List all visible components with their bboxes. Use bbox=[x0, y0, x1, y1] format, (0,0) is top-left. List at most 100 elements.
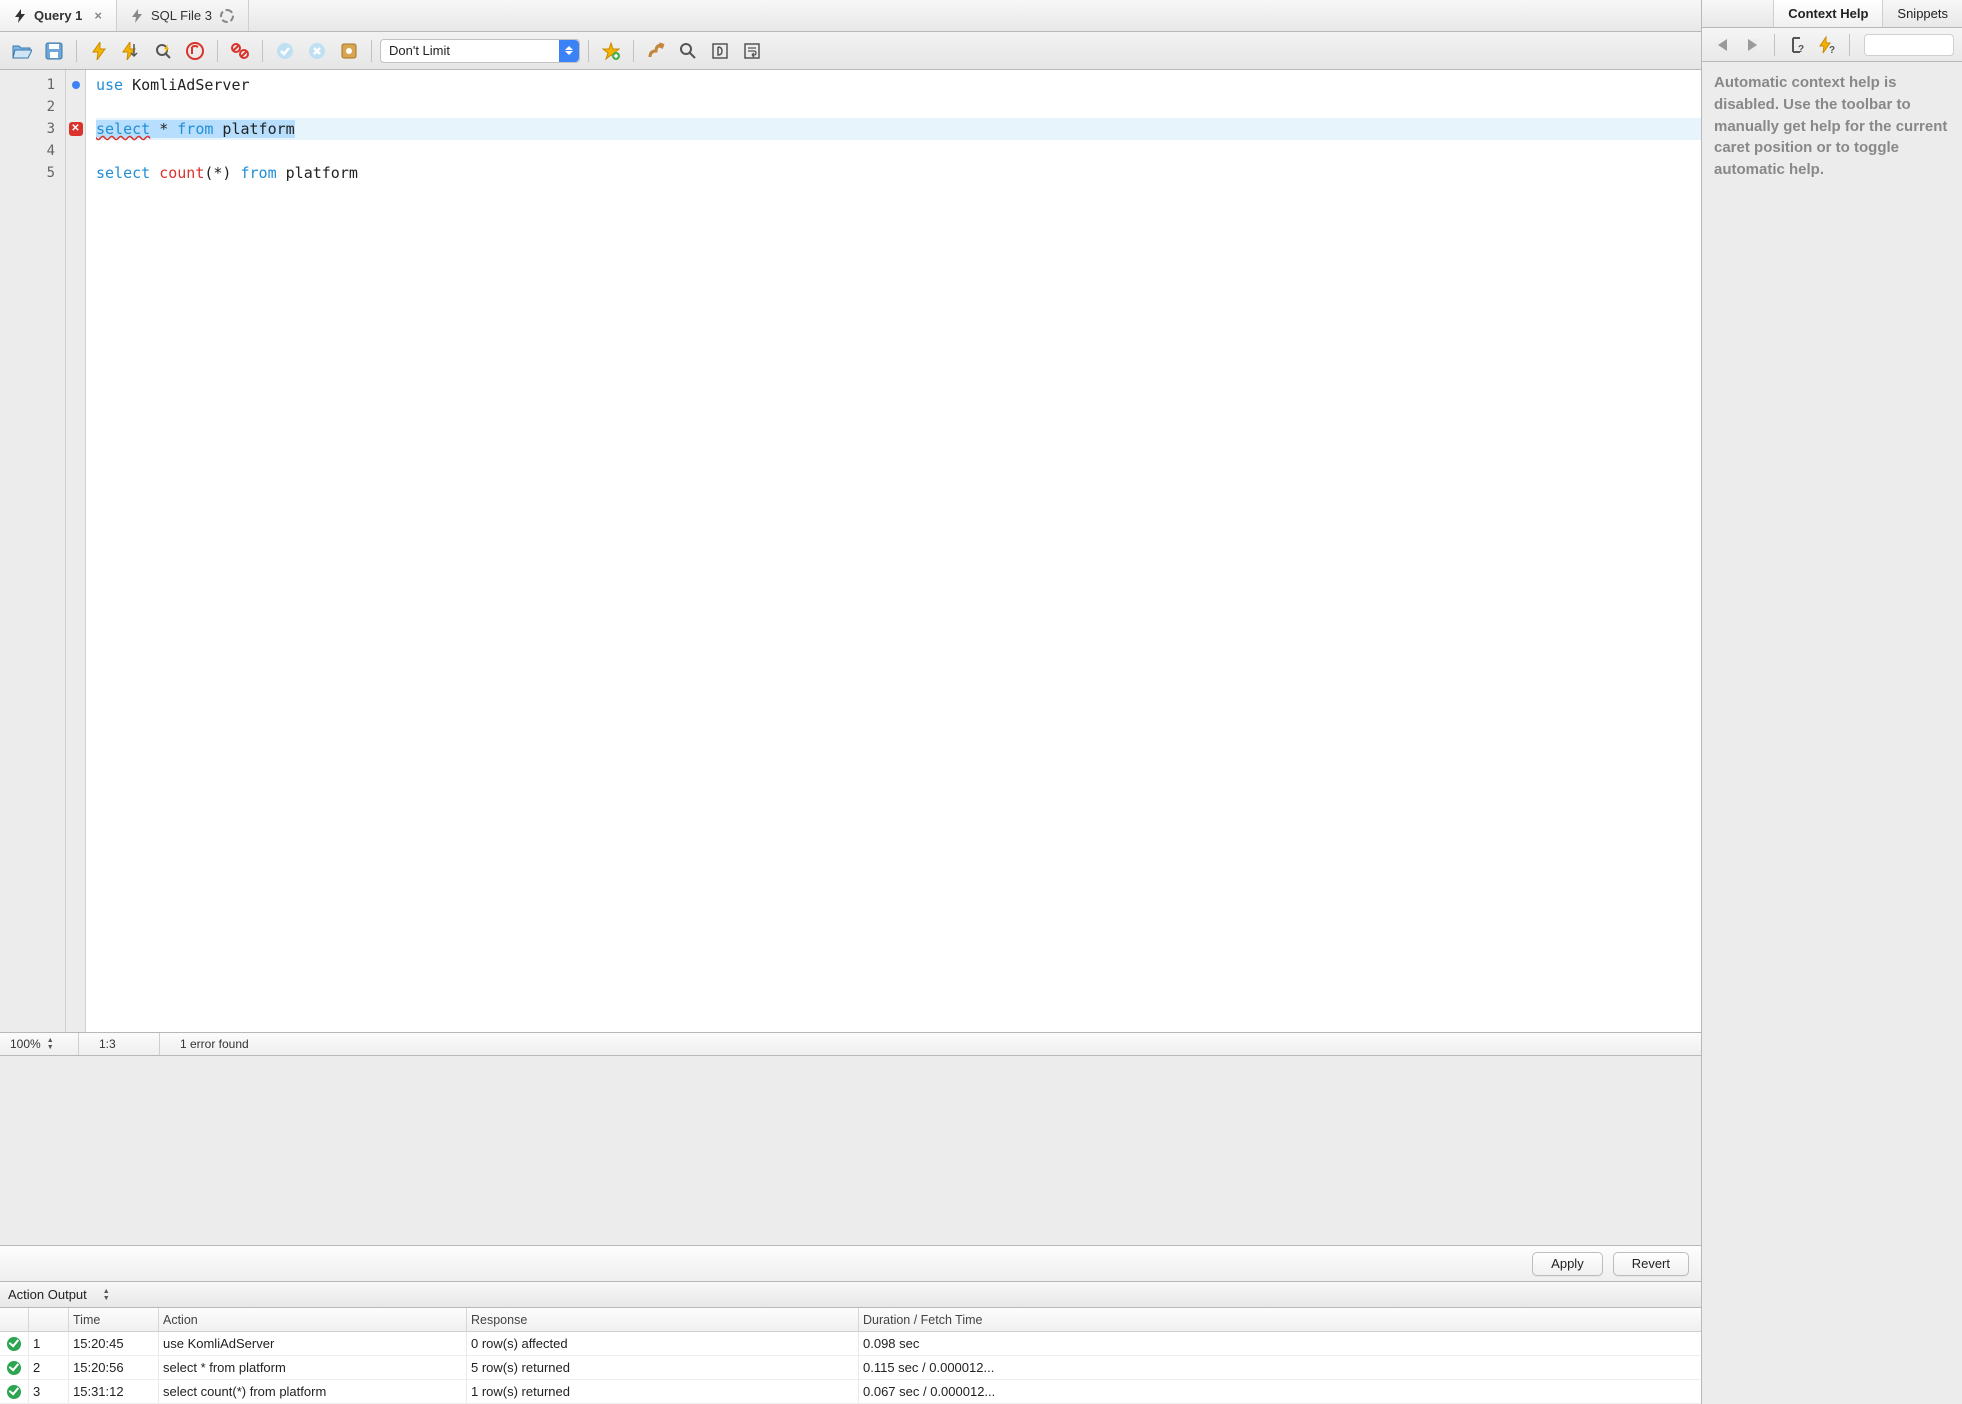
row-response: 0 row(s) affected bbox=[466, 1332, 858, 1355]
find-button[interactable] bbox=[674, 37, 702, 65]
zoom-level[interactable]: 100% bbox=[10, 1037, 41, 1051]
sql-editor[interactable]: 1 2 3 4 5 ✕ use KomliAdServer select * f… bbox=[0, 70, 1701, 1032]
main-panel: Query 1 × SQL File 3 bbox=[0, 0, 1702, 1404]
side-panel: Context Help Snippets ? ? Automatic cont… bbox=[1702, 0, 1962, 1404]
editor-status-bar: 100% ▲▼ 1:3 1 error found bbox=[0, 1032, 1701, 1056]
code-area[interactable]: use KomliAdServer select * from platform… bbox=[86, 70, 1701, 1032]
limit-rows-value: Don't Limit bbox=[389, 43, 450, 58]
line-number: 1 bbox=[0, 74, 61, 96]
execute-current-button[interactable] bbox=[117, 37, 145, 65]
toggle-invisible-button[interactable] bbox=[706, 37, 734, 65]
editor-toolbar: Don't Limit bbox=[0, 32, 1701, 70]
separator bbox=[371, 40, 372, 62]
separator bbox=[76, 40, 77, 62]
row-duration: 0.115 sec / 0.000012... bbox=[858, 1356, 1701, 1379]
table-header: Time Action Response Duration / Fetch Ti… bbox=[0, 1308, 1701, 1332]
table-row[interactable]: 2 15:20:56 select * from platform 5 row(… bbox=[0, 1356, 1701, 1380]
line-number-gutter: 1 2 3 4 5 bbox=[0, 70, 66, 1032]
results-placeholder bbox=[0, 1056, 1701, 1246]
zoom-stepper-icon[interactable]: ▲▼ bbox=[47, 1037, 54, 1051]
line-number: 5 bbox=[0, 162, 61, 184]
code-text: (*) bbox=[204, 164, 240, 182]
context-help-text: Automatic context help is disabled. Use … bbox=[1702, 62, 1962, 191]
status-message: 1 error found bbox=[172, 1037, 249, 1051]
cursor-position: 1:3 bbox=[91, 1037, 147, 1051]
side-tabs: Context Help Snippets bbox=[1702, 0, 1962, 28]
tab-label: SQL File 3 bbox=[151, 8, 212, 23]
separator bbox=[633, 40, 634, 62]
line-number: 2 bbox=[0, 96, 61, 118]
row-duration: 0.098 sec bbox=[858, 1332, 1701, 1355]
triangle-left-icon bbox=[1718, 39, 1727, 51]
beautify-button[interactable] bbox=[642, 37, 670, 65]
row-index: 1 bbox=[28, 1332, 68, 1355]
separator bbox=[1774, 34, 1775, 56]
output-selector-label: Action Output bbox=[8, 1287, 87, 1302]
action-output-table: Time Action Response Duration / Fetch Ti… bbox=[0, 1308, 1701, 1404]
separator bbox=[217, 40, 218, 62]
triangle-right-icon bbox=[1748, 39, 1757, 51]
nav-back-button[interactable] bbox=[1710, 33, 1734, 57]
editor-tabs: Query 1 × SQL File 3 bbox=[0, 0, 1701, 32]
col-response[interactable]: Response bbox=[466, 1308, 858, 1331]
row-response: 1 row(s) returned bbox=[466, 1380, 858, 1403]
nav-forward-button[interactable] bbox=[1740, 33, 1764, 57]
tab-query-1[interactable]: Query 1 × bbox=[0, 0, 117, 31]
output-selector[interactable]: Action Output ▲▼ bbox=[0, 1282, 1701, 1308]
close-icon[interactable]: × bbox=[94, 8, 102, 23]
auto-help-button[interactable]: ? bbox=[1815, 33, 1839, 57]
open-file-button[interactable] bbox=[8, 37, 36, 65]
context-help-toolbar: ? ? bbox=[1702, 28, 1962, 62]
table-row[interactable]: 3 15:31:12 select count(*) from platform… bbox=[0, 1380, 1701, 1404]
code-text: * bbox=[150, 120, 177, 138]
stop-button[interactable] bbox=[181, 37, 209, 65]
apply-button[interactable]: Apply bbox=[1532, 1252, 1603, 1276]
row-action: select * from platform bbox=[158, 1356, 466, 1379]
execute-button[interactable] bbox=[85, 37, 113, 65]
keyword: from bbox=[177, 120, 213, 138]
explain-button[interactable] bbox=[149, 37, 177, 65]
tab-context-help[interactable]: Context Help bbox=[1773, 0, 1882, 27]
select-arrows-icon bbox=[559, 40, 579, 62]
rollback-button[interactable] bbox=[303, 37, 331, 65]
svg-text:?: ? bbox=[1798, 44, 1804, 54]
svg-text:?: ? bbox=[1829, 45, 1835, 54]
separator bbox=[1849, 34, 1850, 56]
save-file-button[interactable] bbox=[40, 37, 68, 65]
col-duration[interactable]: Duration / Fetch Time bbox=[858, 1308, 1701, 1331]
select-arrows-icon: ▲▼ bbox=[103, 1288, 110, 1302]
row-action: use KomliAdServer bbox=[158, 1332, 466, 1355]
row-time: 15:20:56 bbox=[68, 1356, 158, 1379]
save-snippet-button[interactable] bbox=[597, 37, 625, 65]
tab-snippets[interactable]: Snippets bbox=[1882, 0, 1962, 27]
success-icon bbox=[7, 1361, 21, 1375]
row-index: 3 bbox=[28, 1380, 68, 1403]
identifier: platform bbox=[277, 164, 358, 182]
row-time: 15:20:45 bbox=[68, 1332, 158, 1355]
toggle-wrap-button[interactable] bbox=[738, 37, 766, 65]
line-number: 3 bbox=[0, 118, 61, 140]
keyword: from bbox=[241, 164, 277, 182]
statement-marker-icon bbox=[72, 81, 80, 89]
col-action[interactable]: Action bbox=[158, 1308, 466, 1331]
tab-label: Query 1 bbox=[34, 8, 82, 23]
toggle-autocommit-button[interactable] bbox=[226, 37, 254, 65]
separator bbox=[588, 40, 589, 62]
row-action: select count(*) from platform bbox=[158, 1380, 466, 1403]
row-duration: 0.067 sec / 0.000012... bbox=[858, 1380, 1701, 1403]
keyword: select bbox=[96, 164, 150, 182]
bolt-icon bbox=[14, 9, 26, 23]
col-time[interactable]: Time bbox=[68, 1308, 158, 1331]
toggle-limit-button[interactable] bbox=[335, 37, 363, 65]
revert-button[interactable]: Revert bbox=[1613, 1252, 1689, 1276]
tab-sql-file-3[interactable]: SQL File 3 bbox=[117, 0, 249, 31]
keyword: use bbox=[96, 76, 123, 94]
table-row[interactable]: 1 15:20:45 use KomliAdServer 0 row(s) af… bbox=[0, 1332, 1701, 1356]
help-search-input[interactable] bbox=[1864, 34, 1954, 56]
row-time: 15:31:12 bbox=[68, 1380, 158, 1403]
commit-button[interactable] bbox=[271, 37, 299, 65]
manual-help-button[interactable]: ? bbox=[1785, 33, 1809, 57]
success-icon bbox=[7, 1385, 21, 1399]
limit-rows-select[interactable]: Don't Limit bbox=[380, 39, 580, 63]
identifier: platform bbox=[213, 120, 294, 138]
